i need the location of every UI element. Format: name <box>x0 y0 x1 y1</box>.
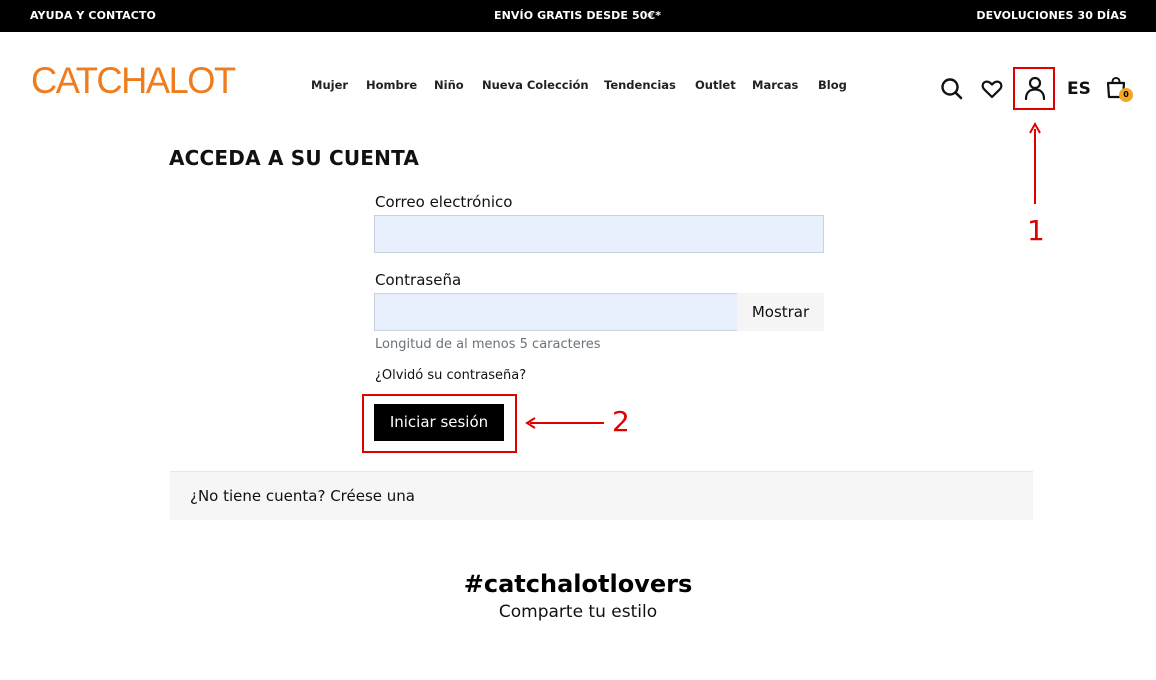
returns-banner[interactable]: DEVOLUCIONES 30 DÍAS <box>976 9 1127 22</box>
annotation-number-1: 1 <box>1027 214 1045 247</box>
help-contact-link[interactable]: AYUDA Y CONTACTO <box>30 9 156 22</box>
cart-count-badge: 0 <box>1119 88 1133 102</box>
forgot-password-link[interactable]: ¿Olvidó su contraseña? <box>375 368 526 383</box>
catchalot-logo[interactable]: CATCHALOT <box>31 62 236 99</box>
nav-item-tendencias[interactable]: Tendencias <box>604 78 676 92</box>
page-title: ACCEDA A SU CUENTA <box>169 146 420 170</box>
nav-item-outlet[interactable]: Outlet <box>695 78 736 92</box>
email-label: Correo electrónico <box>375 193 513 211</box>
search-icon[interactable] <box>939 76 965 102</box>
annotation-box-account <box>1013 67 1055 110</box>
nav-item-marcas[interactable]: Marcas <box>752 78 798 92</box>
annotation-number-2: 2 <box>612 405 630 438</box>
hashtag-subtitle: Comparte tu estilo <box>498 602 658 622</box>
free-shipping-banner[interactable]: ENVÍO GRATIS DESDE 50€* <box>494 9 661 22</box>
nav-item-nino[interactable]: Niño <box>434 78 464 92</box>
show-password-button[interactable]: Mostrar <box>737 293 824 331</box>
annotation-arrow-up <box>1029 121 1041 204</box>
password-field[interactable] <box>374 293 738 331</box>
heart-icon[interactable] <box>980 77 1004 101</box>
email-field[interactable] <box>374 215 824 253</box>
nav-item-nueva-coleccion[interactable]: Nueva Colección <box>482 78 589 92</box>
register-section: ¿No tiene cuenta? Créese una <box>170 471 1033 520</box>
annotation-arrow-left <box>525 417 604 429</box>
language-selector[interactable]: ES <box>1067 79 1091 99</box>
nav-item-hombre[interactable]: Hombre <box>366 78 417 92</box>
nav-item-blog[interactable]: Blog <box>818 78 847 92</box>
hashtag-title: #catchalotlovers <box>463 570 693 598</box>
announcement-bar: AYUDA Y CONTACTO ENVÍO GRATIS DESDE 50€*… <box>0 0 1156 32</box>
password-hint: Longitud de al menos 5 caracteres <box>375 337 601 352</box>
login-button[interactable]: Iniciar sesión <box>374 404 504 441</box>
password-label: Contraseña <box>375 271 462 289</box>
nav-item-mujer[interactable]: Mujer <box>311 78 348 92</box>
create-account-link[interactable]: ¿No tiene cuenta? Créese una <box>190 487 415 505</box>
